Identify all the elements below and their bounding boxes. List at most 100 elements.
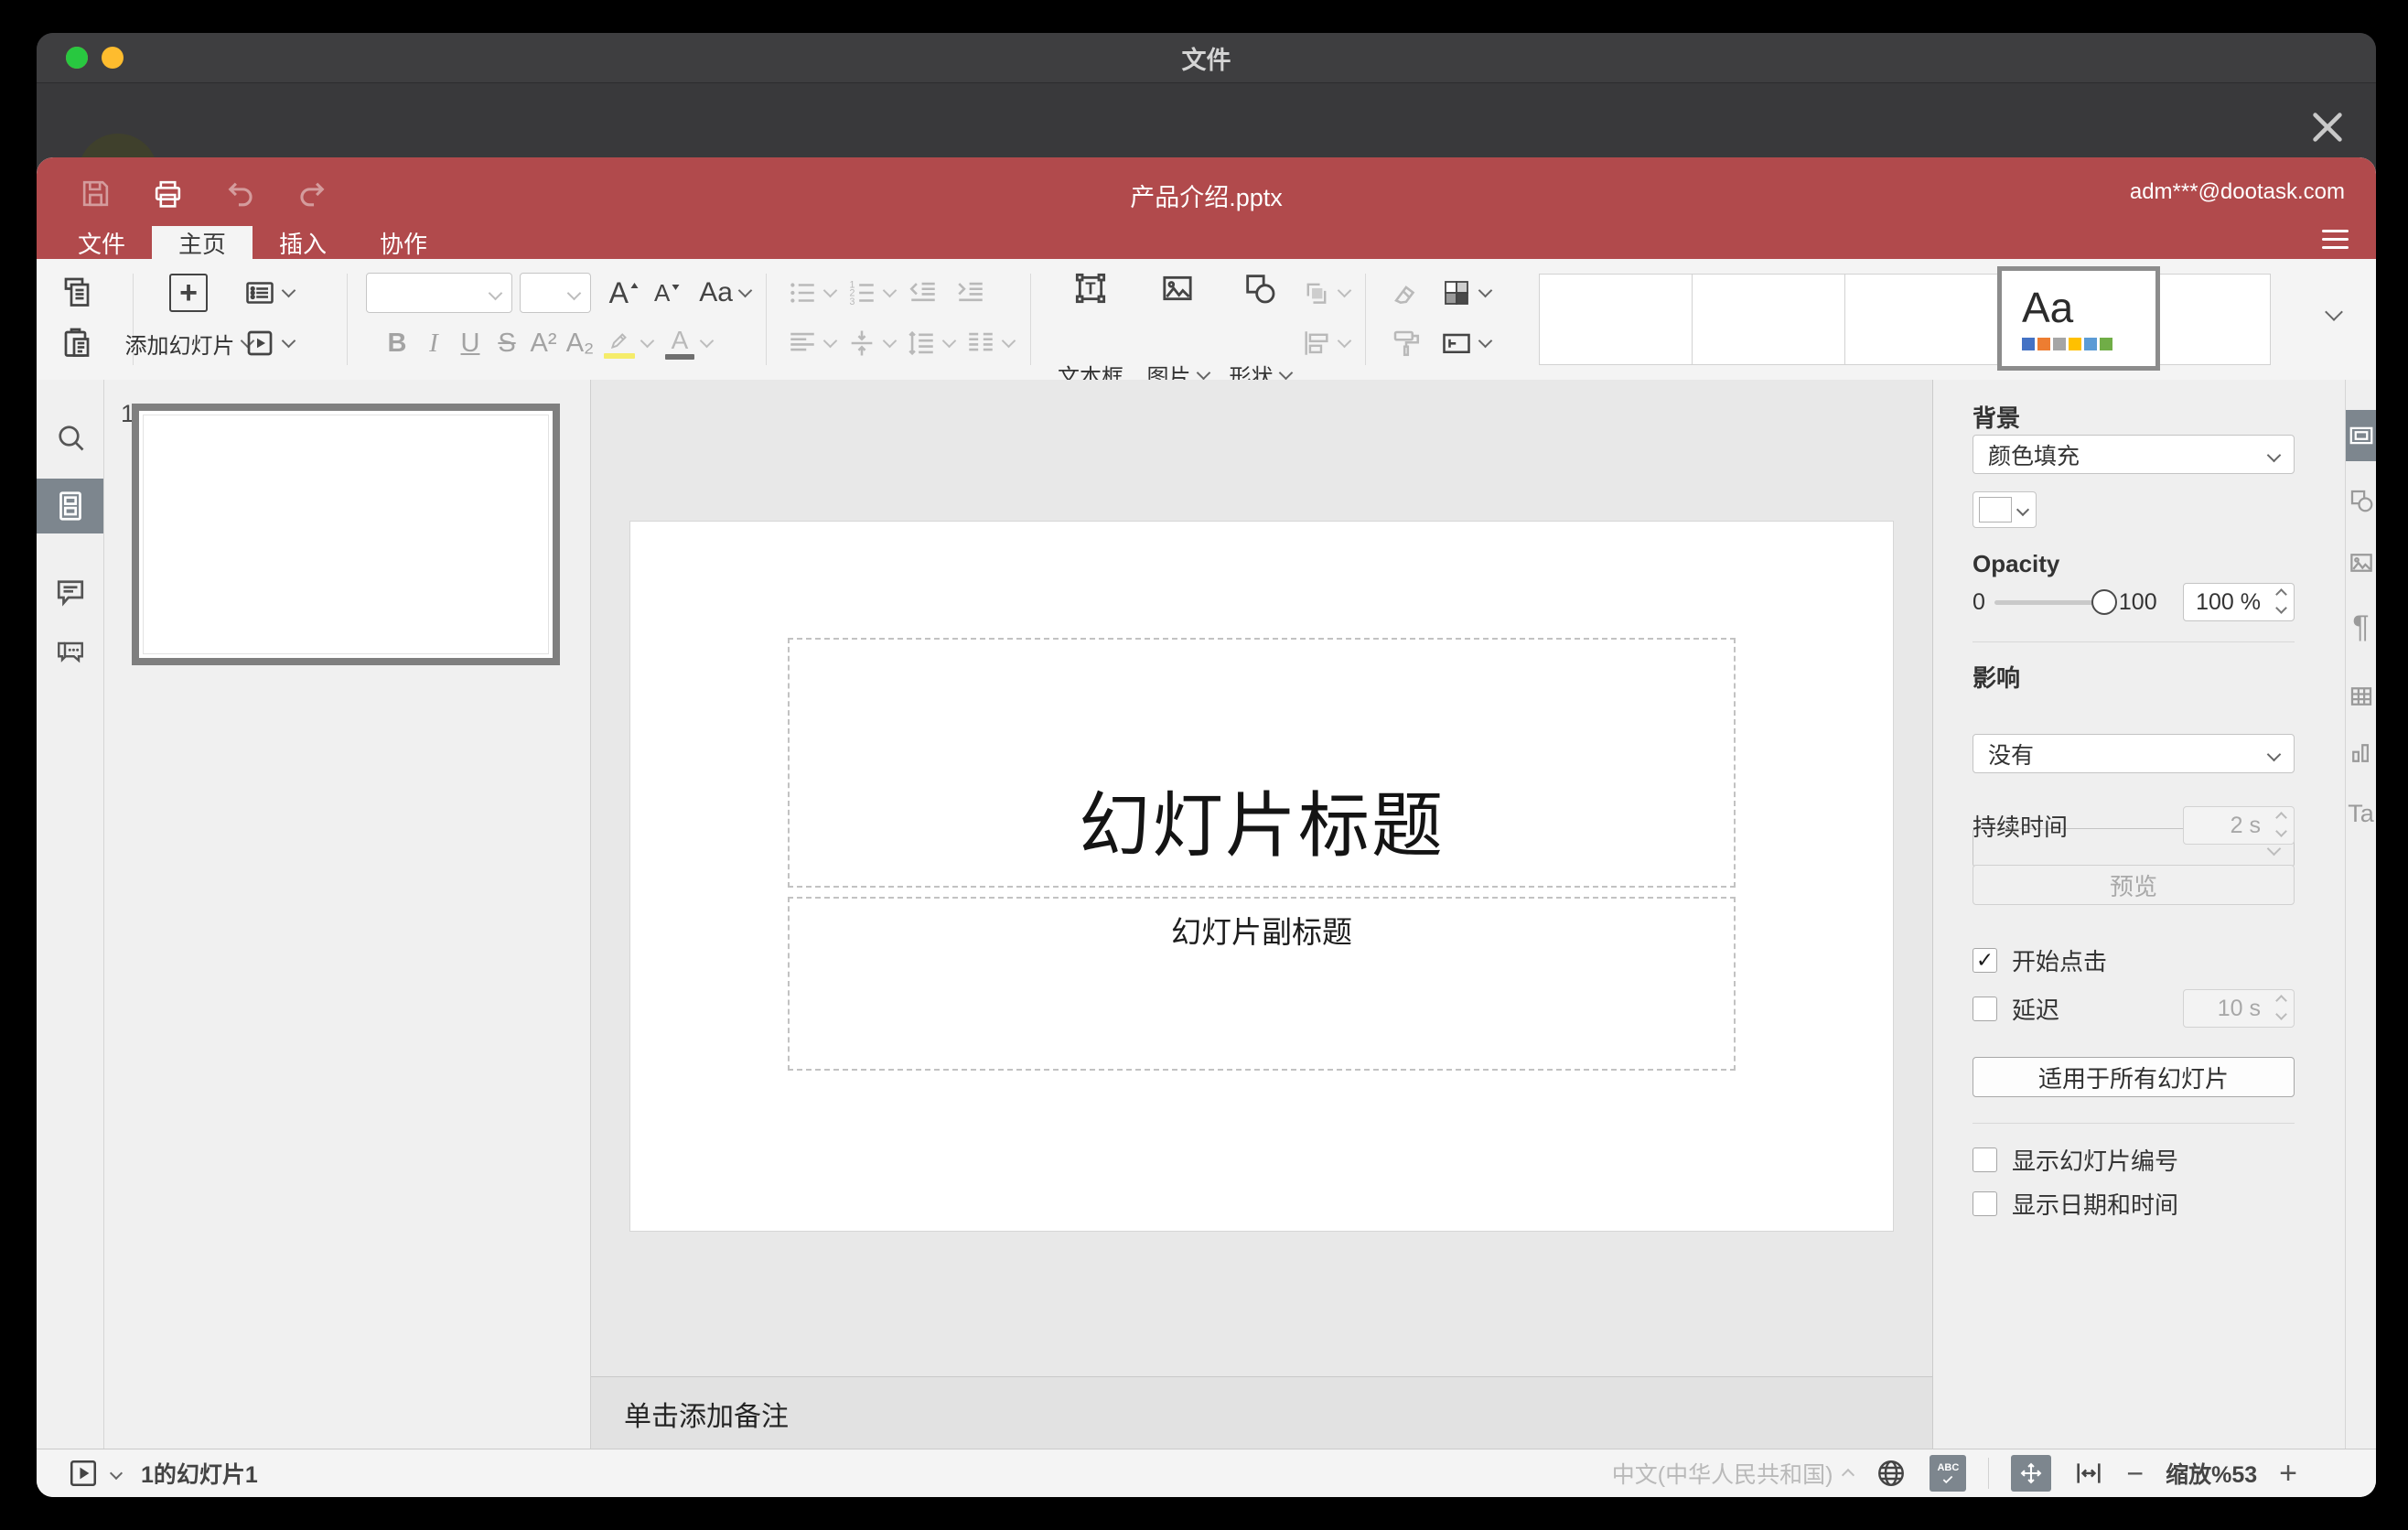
theme-gallery-expand-icon[interactable] bbox=[2320, 303, 2343, 323]
horizontal-align-icon[interactable] bbox=[787, 328, 818, 359]
home-toolbar: + 添加幻灯片 A A Aa B I U S A² A₂ A 1 2 3 T 文… bbox=[37, 259, 2376, 390]
spell-check-icon[interactable]: ABC bbox=[1930, 1455, 1967, 1492]
slide-canvas[interactable]: 幻灯片标题 幻灯片副标题 bbox=[630, 522, 1893, 1231]
underline-button[interactable]: U bbox=[452, 329, 489, 359]
opacity-step-down-icon[interactable] bbox=[2275, 602, 2287, 614]
fill-color-picker[interactable] bbox=[1973, 491, 2037, 528]
image-settings-icon[interactable] bbox=[2346, 537, 2376, 588]
theme-thumbnail-selected[interactable]: Aa bbox=[1997, 266, 2160, 371]
menu-icon[interactable] bbox=[2322, 230, 2349, 249]
document-language-icon[interactable] bbox=[1875, 1457, 1908, 1490]
superscript-button[interactable]: A² bbox=[525, 329, 562, 359]
tab-insert[interactable]: 插入 bbox=[253, 226, 353, 259]
subtitle-placeholder[interactable]: 幻灯片副标题 bbox=[788, 897, 1736, 1071]
preview-button[interactable]: 预览 bbox=[1973, 865, 2295, 905]
close-icon[interactable] bbox=[2306, 106, 2349, 148]
add-slide-icon[interactable]: + bbox=[169, 274, 208, 312]
italic-button[interactable]: I bbox=[415, 329, 452, 359]
slide-thumbnail[interactable] bbox=[132, 404, 560, 665]
slides-panel-icon[interactable] bbox=[37, 479, 103, 533]
paint-roller-icon[interactable] bbox=[1390, 327, 1423, 360]
align-shapes-icon[interactable] bbox=[1301, 328, 1332, 359]
opacity-max-label: 100 bbox=[2118, 588, 2157, 615]
bold-button[interactable]: B bbox=[379, 329, 415, 359]
decrease-font-icon[interactable]: A bbox=[654, 279, 681, 307]
ribbon-tabs: 文件 主页 插入 协作 bbox=[51, 226, 454, 259]
theme-color-swatches bbox=[2022, 338, 2155, 350]
delay-input[interactable]: 10 s bbox=[2183, 989, 2295, 1028]
font-color-icon[interactable]: A bbox=[665, 327, 694, 360]
opacity-slider-track[interactable] bbox=[1994, 599, 2097, 605]
slide-info-label: 1的幻灯片1 bbox=[141, 1462, 258, 1488]
arrange-shapes-icon[interactable] bbox=[1301, 277, 1332, 308]
zoom-in-button[interactable]: + bbox=[2279, 1456, 2297, 1492]
slide-size-icon[interactable] bbox=[1440, 327, 1473, 360]
theme-thumbnail-2[interactable] bbox=[1692, 274, 1845, 365]
eraser-icon[interactable] bbox=[1390, 276, 1423, 309]
show-slide-number-checkbox[interactable] bbox=[1973, 1148, 1997, 1172]
search-icon[interactable] bbox=[37, 410, 103, 465]
slide-title-text: 幻灯片标题 bbox=[1078, 785, 1445, 866]
font-size-select[interactable] bbox=[520, 273, 591, 313]
highlight-color-icon[interactable] bbox=[604, 329, 635, 359]
increase-indent-icon[interactable] bbox=[955, 277, 986, 308]
vertical-align-icon[interactable] bbox=[846, 328, 877, 359]
show-date-time-checkbox[interactable] bbox=[1973, 1191, 1997, 1216]
zoom-out-button[interactable]: − bbox=[2126, 1457, 2144, 1491]
app-window: 文件 产品介绍.pptx adm***@dootask.com 文件 主页 插入… bbox=[37, 33, 2376, 1497]
copy-icon[interactable] bbox=[60, 276, 93, 309]
editor-header: 产品介绍.pptx adm***@dootask.com 文件 主页 插入 协作 bbox=[37, 157, 2376, 259]
minimize-traffic-button[interactable] bbox=[102, 47, 124, 69]
theme-colors-icon[interactable] bbox=[1440, 276, 1473, 309]
numbered-list-icon[interactable]: 123 bbox=[846, 277, 877, 308]
table-settings-icon[interactable] bbox=[2346, 671, 2376, 722]
shape-settings-icon[interactable] bbox=[2346, 475, 2376, 526]
theme-thumbnail-1[interactable] bbox=[1539, 274, 1693, 365]
tab-home[interactable]: 主页 bbox=[152, 226, 253, 259]
font-name-select[interactable] bbox=[366, 273, 513, 313]
chart-settings-icon[interactable] bbox=[2346, 727, 2376, 779]
fit-to-slide-icon[interactable] bbox=[2011, 1455, 2052, 1492]
opacity-step-up-icon[interactable] bbox=[2275, 588, 2287, 600]
svg-text:3: 3 bbox=[850, 296, 855, 307]
opacity-slider-knob[interactable] bbox=[2091, 589, 2117, 615]
decrease-indent-icon[interactable] bbox=[908, 277, 939, 308]
start-preview-icon[interactable] bbox=[68, 1458, 99, 1489]
bullet-list-icon[interactable] bbox=[787, 277, 818, 308]
insert-image-icon bbox=[1159, 270, 1196, 307]
zoom-traffic-button[interactable] bbox=[66, 47, 88, 69]
text-art-settings-icon[interactable]: Ta bbox=[2346, 788, 2376, 839]
increase-font-icon[interactable]: A bbox=[609, 276, 640, 310]
add-slide-button[interactable]: 添加幻灯片 bbox=[125, 328, 235, 360]
subscript-button[interactable]: A₂ bbox=[562, 329, 598, 359]
effect-select[interactable]: 没有 bbox=[1973, 734, 2295, 773]
paste-icon[interactable] bbox=[60, 327, 93, 360]
delay-label: 延迟 bbox=[2012, 996, 2060, 1024]
fill-type-select[interactable]: 颜色填充 bbox=[1973, 435, 2295, 474]
strikethrough-button[interactable]: S bbox=[489, 329, 525, 359]
theme-thumbnail-5[interactable] bbox=[2159, 274, 2271, 365]
tab-collaboration[interactable]: 协作 bbox=[353, 226, 454, 259]
zoom-level-label[interactable]: 缩放%53 bbox=[2166, 1457, 2257, 1490]
start-slideshow-icon[interactable] bbox=[243, 327, 276, 360]
language-select[interactable]: 中文(中华人民共和国) bbox=[1612, 1457, 1855, 1490]
chat-icon[interactable] bbox=[37, 624, 103, 679]
start-on-click-checkbox[interactable]: ✓ bbox=[1973, 948, 1997, 973]
fit-to-width-icon[interactable] bbox=[2073, 1458, 2104, 1489]
delay-checkbox[interactable] bbox=[1973, 996, 1997, 1021]
columns-icon[interactable] bbox=[965, 328, 996, 359]
tab-file[interactable]: 文件 bbox=[51, 226, 152, 259]
apply-to-all-slides-button[interactable]: 适用于所有幻灯片 bbox=[1973, 1057, 2295, 1097]
notes-input[interactable]: 单击添加备注 bbox=[591, 1376, 1932, 1449]
change-case-icon[interactable]: Aa bbox=[699, 277, 733, 308]
line-spacing-icon[interactable] bbox=[906, 328, 937, 359]
theme-thumbnail-3[interactable] bbox=[1844, 274, 1998, 365]
slide-settings-icon[interactable] bbox=[2346, 410, 2376, 461]
opacity-value-input[interactable]: 100 % bbox=[2183, 583, 2295, 621]
slide-layout-icon[interactable] bbox=[243, 276, 276, 309]
title-placeholder[interactable]: 幻灯片标题 bbox=[788, 638, 1736, 888]
duration-input[interactable]: 2 s bbox=[2183, 806, 2295, 845]
show-slide-number-row: 显示幻灯片编号 bbox=[1973, 1143, 2295, 1177]
comments-icon[interactable] bbox=[37, 565, 103, 620]
paragraph-settings-icon[interactable]: ¶ bbox=[2346, 601, 2376, 652]
